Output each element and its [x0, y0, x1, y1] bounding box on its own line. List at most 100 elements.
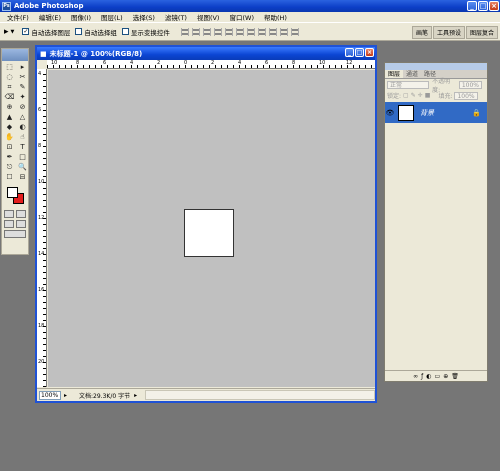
zoom-tool-icon[interactable]: 🔍: [16, 162, 29, 172]
distribute-bottom-icon[interactable]: [268, 27, 277, 36]
crop-tool-icon[interactable]: ⌗: [3, 82, 16, 92]
distribute-right-icon[interactable]: [290, 27, 299, 36]
standard-screen-mode-icon[interactable]: [4, 220, 14, 228]
status-menu-arrow-icon[interactable]: ▸: [64, 392, 67, 399]
document-size-status: 文档:29.3K/0 字节: [79, 392, 131, 400]
slice-tool-icon[interactable]: ✎: [16, 82, 29, 92]
align-left-icon[interactable]: [213, 27, 222, 36]
auto-select-layer-checkbox[interactable]: ✓ 自动选择图层: [22, 27, 70, 37]
document-canvas[interactable]: [184, 209, 234, 257]
document-titlebar[interactable]: ■ 未标题-1 @ 100%(RGB/8) _ □ ×: [37, 47, 375, 60]
menu-help[interactable]: 帮助(H): [259, 12, 292, 22]
delete-layer-icon[interactable]: 🗑: [451, 373, 459, 380]
align-vcenter-icon[interactable]: [191, 27, 200, 36]
eraser-tool-icon[interactable]: ▲: [3, 112, 16, 122]
vertical-ruler[interactable]: 4 6 8 10 12 14 16 18 20: [37, 69, 47, 387]
horizontal-ruler[interactable]: 10 8 6 4 2 0 2 4 6 8 10 12: [47, 60, 375, 69]
lock-label: 锁定:: [387, 93, 402, 100]
new-group-icon[interactable]: ▭: [435, 373, 441, 380]
lock-all-icon[interactable]: ■: [425, 92, 431, 99]
menu-view[interactable]: 视图(V): [192, 12, 225, 22]
tab-channels[interactable]: 通道: [403, 70, 421, 78]
menu-window[interactable]: 窗口(W): [224, 12, 259, 22]
menu-select[interactable]: 选择(S): [128, 12, 160, 22]
lock-position-icon[interactable]: ✛: [418, 92, 423, 99]
layer-style-icon[interactable]: ƒ: [421, 373, 423, 380]
layer-row-background[interactable]: 👁 背景 🔒: [385, 102, 487, 123]
tab-layers[interactable]: 图层: [385, 70, 404, 78]
distribute-top-icon[interactable]: [246, 27, 255, 36]
close-button[interactable]: ×: [489, 1, 499, 11]
blend-mode-select[interactable]: 正常: [387, 80, 430, 89]
pen-tool-icon[interactable]: ⊡: [3, 142, 16, 152]
status-info-arrow-icon[interactable]: ▸: [134, 392, 137, 399]
checkbox-empty-icon: [75, 28, 83, 35]
path-selection-tool-icon[interactable]: ✋: [3, 132, 16, 142]
auto-select-group-checkbox[interactable]: 自动选择组: [75, 27, 117, 37]
align-right-icon[interactable]: [235, 27, 244, 36]
minimize-button[interactable]: _: [467, 1, 477, 11]
blend-opacity-row: 正常 不透明度: 100%: [385, 78, 487, 94]
tool-grid: ⬚ ▸ ◌ ✂ ⌗ ✎ ⌫ ✦ ⊕ ⊘ ▲ △ ◆ ◐ ✋ ☝ ⊡ T ✒ □ …: [2, 61, 28, 183]
checkbox-empty-icon: [121, 28, 129, 35]
menu-layer[interactable]: 图层(L): [96, 12, 128, 22]
lock-transparency-icon[interactable]: ▢: [403, 92, 409, 99]
visibility-eye-icon[interactable]: 👁: [385, 109, 395, 117]
palette-tab-layer-comps[interactable]: 图层复合: [465, 26, 498, 39]
ruler-ticks: [47, 65, 375, 68]
link-layers-icon[interactable]: ∞: [413, 373, 418, 380]
gradient-tool-icon[interactable]: △: [16, 112, 29, 122]
menu-file[interactable]: 文件(F): [2, 12, 34, 22]
history-brush-tool-icon[interactable]: ⊘: [16, 102, 29, 112]
menu-image[interactable]: 图像(I): [66, 12, 96, 22]
type-tool-icon[interactable]: T: [16, 142, 29, 152]
jump-to-imageready-icon[interactable]: [4, 230, 26, 238]
full-screen-mode-icon[interactable]: [16, 220, 26, 228]
doc-maximize-button[interactable]: □: [355, 48, 364, 57]
zoom-field[interactable]: 100%: [39, 390, 61, 400]
new-layer-icon[interactable]: ⊕: [443, 373, 448, 380]
doc-close-button[interactable]: ×: [365, 48, 374, 57]
adjustment-layer-icon[interactable]: ◐: [426, 373, 431, 380]
align-top-icon[interactable]: [180, 27, 189, 36]
blur-tool-icon[interactable]: ◆: [3, 122, 16, 132]
distribute-left-icon[interactable]: [279, 27, 288, 36]
clone-stamp-tool-icon[interactable]: ⊕: [3, 102, 16, 112]
move-tool-icon[interactable]: ▸: [16, 62, 29, 72]
quick-mask-mode-icon[interactable]: [16, 210, 26, 218]
maximize-button[interactable]: □: [478, 1, 488, 11]
palette-tab-brushes[interactable]: 画笔: [411, 26, 432, 39]
toolbox-header[interactable]: [2, 49, 28, 61]
tool-preset-picker[interactable]: ▸ ▼: [4, 27, 14, 37]
direct-selection-tool-icon[interactable]: ☝: [16, 132, 29, 142]
healing-brush-tool-icon[interactable]: ⌫: [3, 92, 16, 102]
foreground-color-swatch[interactable]: [7, 187, 18, 198]
brush-tool-icon[interactable]: ✦: [16, 92, 29, 102]
eyedropper-tool-icon[interactable]: ⎋: [3, 162, 16, 172]
doc-minimize-button[interactable]: _: [345, 48, 354, 57]
lock-pixels-icon[interactable]: ✎: [411, 92, 416, 99]
menu-filter[interactable]: 滤镜(T): [160, 12, 192, 22]
fill-field[interactable]: 100%: [454, 91, 478, 100]
marquee-tool-icon[interactable]: ⬚: [3, 62, 16, 72]
standard-mode-icon[interactable]: [4, 210, 14, 218]
menu-edit[interactable]: 编辑(E): [34, 12, 66, 22]
magic-wand-tool-icon[interactable]: ✂: [16, 72, 29, 82]
palette-tab-tool-presets[interactable]: 工具预设: [432, 26, 465, 39]
lasso-tool-icon[interactable]: ◌: [3, 72, 16, 82]
dodge-tool-icon[interactable]: ◐: [16, 122, 29, 132]
distribute-vcenter-icon[interactable]: [257, 27, 266, 36]
shape-tool-icon[interactable]: □: [16, 152, 29, 162]
align-bottom-icon[interactable]: [202, 27, 211, 36]
document-title: 未标题-1 @ 100%(RGB/8): [49, 49, 143, 58]
horizontal-scrollbar[interactable]: [145, 390, 375, 400]
notes-tool-icon[interactable]: ✒: [3, 152, 16, 162]
opacity-field[interactable]: 100%: [458, 80, 482, 89]
panel-titlebar[interactable]: [385, 63, 487, 70]
canvas-area[interactable]: [48, 70, 375, 387]
show-transform-controls-checkbox[interactable]: 显示变换控件: [121, 27, 170, 37]
measure-tool-icon[interactable]: ⊟: [16, 172, 29, 182]
layers-panel: 图层 通道 路径 正常 不透明度: 100% 锁定: ▢ ✎ ✛ ■ 填充: 1…: [384, 62, 488, 382]
align-hcenter-icon[interactable]: [224, 27, 233, 36]
hand-tool-icon[interactable]: ☐: [3, 172, 16, 182]
